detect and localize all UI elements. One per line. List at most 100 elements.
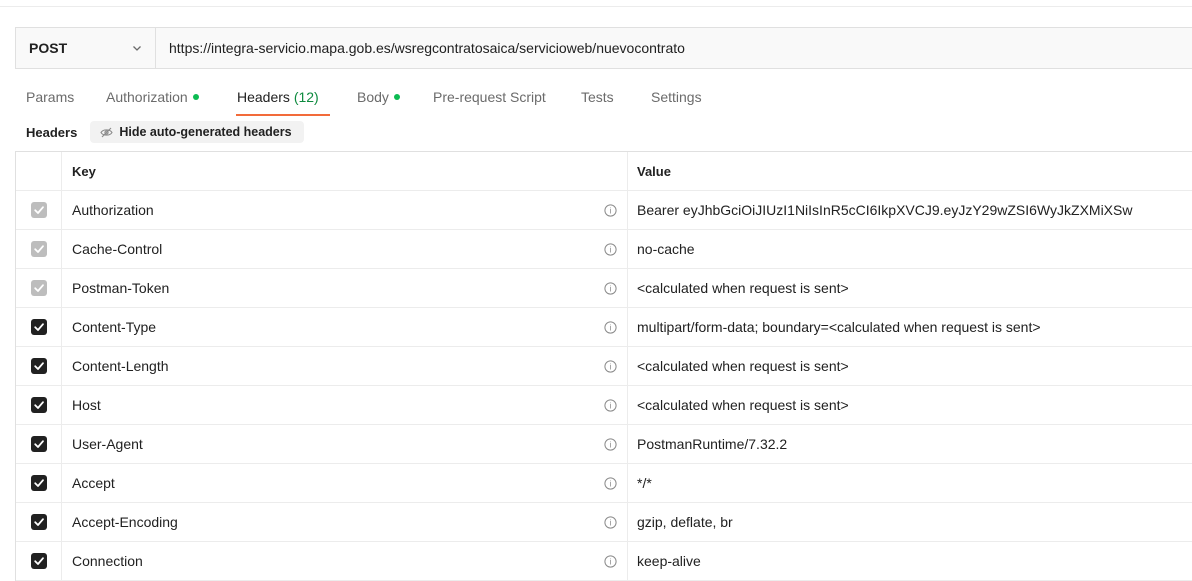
tab-authorization[interactable]: Authorization: [106, 89, 199, 117]
svg-text:i: i: [610, 323, 612, 333]
checkbox-cell: [16, 425, 62, 463]
svg-text:i: i: [610, 206, 612, 216]
header-value-cell[interactable]: Bearer eyJhbGciOiJIUzI1NiIsInR5cCI6IkpXV…: [628, 191, 1192, 229]
header-key-cell[interactable]: Authorization i: [62, 191, 628, 229]
header-key-cell[interactable]: Postman-Token i: [62, 269, 628, 307]
svg-text:i: i: [610, 245, 612, 255]
tab-body[interactable]: Body: [357, 89, 400, 117]
header-value: no-cache: [637, 241, 695, 257]
svg-text:i: i: [610, 479, 612, 489]
checkbox-cell: [16, 503, 62, 541]
row-enabled-checkbox[interactable]: [30, 475, 47, 491]
active-tab-indicator: [236, 114, 330, 116]
header-value-cell[interactable]: <calculated when request is sent>: [628, 269, 1192, 307]
row-enabled-checkbox[interactable]: [30, 436, 47, 452]
check-icon: [33, 557, 44, 565]
status-dot-icon: [192, 94, 199, 100]
check-icon: [33, 401, 44, 409]
header-value-cell[interactable]: gzip, deflate, br: [628, 503, 1192, 541]
header-value-cell[interactable]: keep-alive: [628, 542, 1192, 580]
tab-settings[interactable]: Settings: [651, 89, 702, 117]
table-row: Accept-Encoding i gzip, deflate, br: [16, 503, 1192, 542]
header-value-cell[interactable]: no-cache: [628, 230, 1192, 268]
header-value-cell[interactable]: <calculated when request is sent>: [628, 347, 1192, 385]
info-icon[interactable]: i: [604, 555, 617, 568]
top-divider: [0, 6, 1192, 7]
header-value: <calculated when request is sent>: [637, 280, 849, 296]
table-header-row: Key Value: [16, 152, 1192, 191]
header-value: */*: [637, 475, 652, 491]
info-icon[interactable]: i: [604, 243, 617, 256]
table-row: Cache-Control i no-cache: [16, 230, 1192, 269]
info-icon[interactable]: i: [604, 477, 617, 490]
header-value: Bearer eyJhbGciOiJIUzI1NiIsInR5cCI6IkpXV…: [637, 202, 1133, 218]
svg-text:i: i: [610, 284, 612, 294]
chevron-down-icon: [133, 46, 141, 51]
header-key: Accept: [72, 475, 115, 491]
header-value: <calculated when request is sent>: [637, 358, 849, 374]
header-key-cell[interactable]: Accept-Encoding i: [62, 503, 628, 541]
header-value: PostmanRuntime/7.32.2: [637, 436, 788, 452]
key-column-header: Key: [62, 152, 628, 190]
table-row: Host i <calculated when request is sent>: [16, 386, 1192, 425]
header-key-cell[interactable]: Content-Length i: [62, 347, 628, 385]
row-enabled-checkbox[interactable]: [30, 358, 47, 374]
header-key: Cache-Control: [72, 241, 163, 257]
eye-off-icon: [100, 127, 113, 137]
info-icon[interactable]: i: [604, 321, 617, 334]
row-enabled-checkbox[interactable]: [30, 553, 47, 569]
header-value-cell[interactable]: PostmanRuntime/7.32.2: [628, 425, 1192, 463]
method-select[interactable]: POST: [16, 28, 156, 68]
info-icon[interactable]: i: [604, 282, 617, 295]
header-key: Connection: [72, 553, 143, 569]
header-value-cell[interactable]: */*: [628, 464, 1192, 502]
info-icon[interactable]: i: [604, 516, 617, 529]
status-dot-icon: [393, 94, 400, 100]
header-key-cell[interactable]: Content-Type i: [62, 308, 628, 346]
table-row: Connection i keep-alive: [16, 542, 1192, 581]
url-input[interactable]: https://integra-servicio.mapa.gob.es/wsr…: [156, 40, 685, 56]
header-value: keep-alive: [637, 553, 701, 569]
info-icon[interactable]: i: [604, 360, 617, 373]
tab-tests[interactable]: Tests: [581, 89, 614, 117]
header-key-cell[interactable]: Host i: [62, 386, 628, 424]
headers-table: Key Value Authorization i Bearer eyJhbGciO…: [15, 151, 1192, 581]
row-enabled-checkbox[interactable]: [30, 514, 47, 530]
info-icon[interactable]: i: [604, 204, 617, 217]
checkbox-cell: [16, 464, 62, 502]
info-icon[interactable]: i: [604, 438, 617, 451]
headers-toolbar: Headers Hide auto-generated headers: [26, 121, 304, 143]
row-enabled-checkbox[interactable]: [30, 241, 47, 257]
header-key: Postman-Token: [72, 280, 170, 296]
row-enabled-checkbox[interactable]: [30, 202, 47, 218]
svg-text:i: i: [610, 440, 612, 450]
header-key-cell[interactable]: Accept i: [62, 464, 628, 502]
check-icon: [33, 440, 44, 448]
header-value-cell[interactable]: multipart/form-data; boundary=<calculate…: [628, 308, 1192, 346]
check-icon: [33, 323, 44, 331]
method-label: POST: [29, 40, 68, 56]
svg-text:i: i: [610, 401, 612, 411]
table-row: User-Agent i PostmanRuntime/7.32.2: [16, 425, 1192, 464]
row-enabled-checkbox[interactable]: [30, 280, 47, 296]
tab-params[interactable]: Params: [26, 89, 74, 117]
svg-text:i: i: [610, 557, 612, 567]
hide-auto-generated-headers-button[interactable]: Hide auto-generated headers: [90, 121, 304, 143]
check-icon: [33, 518, 44, 526]
row-enabled-checkbox[interactable]: [30, 397, 47, 413]
tab-headers[interactable]: Headers (12): [237, 89, 319, 117]
value-column-header: Value: [637, 163, 671, 179]
table-row: Content-Length i <calculated when request …: [16, 347, 1192, 386]
request-url-bar: POST https://integra-servicio.mapa.gob.e…: [15, 27, 1192, 69]
header-key: Accept-Encoding: [72, 514, 178, 530]
header-key-cell[interactable]: Cache-Control i: [62, 230, 628, 268]
table-row: Accept i */*: [16, 464, 1192, 503]
svg-text:i: i: [610, 518, 612, 528]
check-icon: [33, 206, 44, 214]
header-key-cell[interactable]: Connection i: [62, 542, 628, 580]
header-key-cell[interactable]: User-Agent i: [62, 425, 628, 463]
row-enabled-checkbox[interactable]: [30, 319, 47, 335]
tab-pre-request-script[interactable]: Pre-request Script: [433, 89, 546, 117]
header-value-cell[interactable]: <calculated when request is sent>: [628, 386, 1192, 424]
info-icon[interactable]: i: [604, 399, 617, 412]
